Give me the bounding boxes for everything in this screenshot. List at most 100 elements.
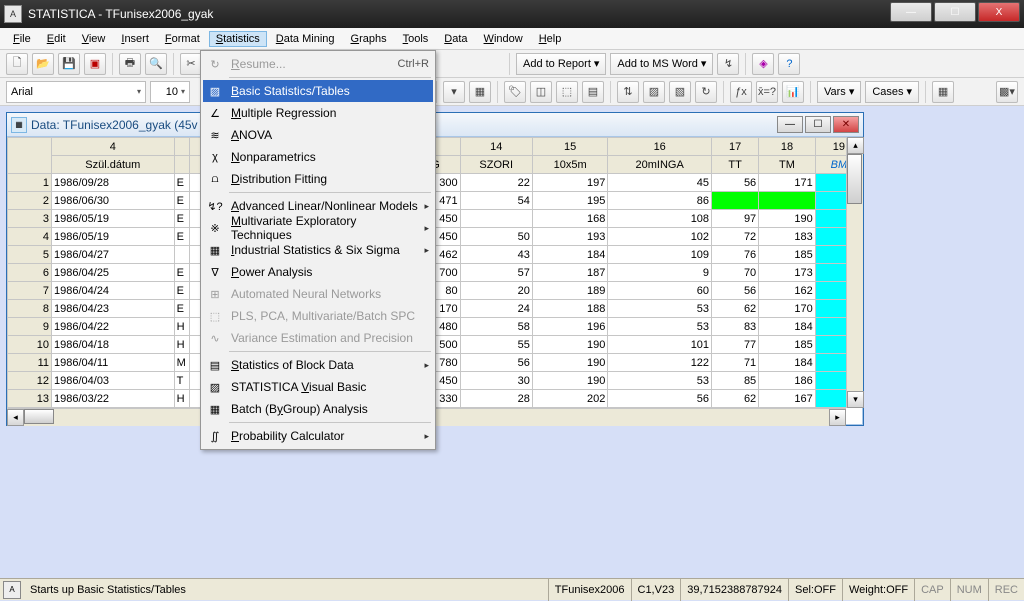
cell[interactable]: 22 — [460, 174, 532, 192]
cell[interactable]: 53 — [608, 318, 712, 336]
row-header[interactable]: 8 — [8, 300, 52, 318]
row-header[interactable]: 2 — [8, 192, 52, 210]
row-header[interactable]: 5 — [8, 246, 52, 264]
cell[interactable]: 190 — [532, 372, 607, 390]
close-button[interactable]: X — [978, 2, 1020, 22]
cell[interactable]: 170 — [759, 300, 816, 318]
add-to-report-button[interactable]: Add to Report▾ — [516, 53, 606, 75]
brush-icon[interactable]: ⬚ — [556, 81, 578, 103]
col-header[interactable]: SZORI — [460, 156, 532, 174]
cell[interactable]: 187 — [532, 264, 607, 282]
cell[interactable]: 1986/04/27 — [52, 246, 175, 264]
cell[interactable]: 62 — [712, 390, 759, 408]
cell[interactable]: 197 — [532, 174, 607, 192]
cell[interactable]: 57 — [460, 264, 532, 282]
col-header[interactable]: TT — [712, 156, 759, 174]
cell[interactable]: 9 — [608, 264, 712, 282]
row-header[interactable]: 9 — [8, 318, 52, 336]
scroll-thumb[interactable] — [847, 154, 862, 204]
cell[interactable]: H — [174, 318, 190, 336]
scroll-up-icon[interactable]: ▴ — [847, 137, 864, 154]
help-icon[interactable]: ? — [778, 53, 800, 75]
cell[interactable]: 53 — [608, 372, 712, 390]
macro-icon[interactable]: ↯ — [717, 53, 739, 75]
col-number[interactable]: 4 — [52, 138, 175, 156]
cell[interactable] — [712, 192, 759, 210]
cell[interactable]: 171 — [759, 174, 816, 192]
cell[interactable]: E — [174, 210, 190, 228]
font-size-select[interactable]: 10▾ — [150, 81, 190, 103]
fx-icon[interactable]: ƒx — [730, 81, 752, 103]
doc-maximize-button[interactable]: ☐ — [805, 116, 831, 133]
corner-cell[interactable] — [8, 138, 52, 174]
cell[interactable]: 58 — [460, 318, 532, 336]
plot-icon[interactable]: 📊 — [782, 81, 804, 103]
stats-icon[interactable]: x̄=? — [756, 81, 778, 103]
cell[interactable]: 193 — [532, 228, 607, 246]
cell[interactable]: 190 — [532, 354, 607, 372]
row-header[interactable]: 3 — [8, 210, 52, 228]
menu-view[interactable]: View — [75, 31, 113, 47]
scroll-down-icon[interactable]: ▾ — [847, 391, 864, 408]
layout-icon[interactable]: ▦ — [932, 81, 954, 103]
row-header[interactable]: 11 — [8, 354, 52, 372]
highlight-icon[interactable]: ▤ — [582, 81, 604, 103]
col-header[interactable]: TM — [759, 156, 816, 174]
cell[interactable]: 184 — [759, 318, 816, 336]
row-header[interactable]: 12 — [8, 372, 52, 390]
col-header[interactable]: 20mINGA — [608, 156, 712, 174]
cell[interactable]: 97 — [712, 210, 759, 228]
row-header[interactable]: 13 — [8, 390, 52, 408]
minimize-button[interactable]: — — [890, 2, 932, 22]
cell[interactable]: 24 — [460, 300, 532, 318]
menu-edit[interactable]: Edit — [40, 31, 73, 47]
menu-help[interactable]: Help — [532, 31, 569, 47]
cell[interactable]: 1986/04/18 — [52, 336, 175, 354]
tag-icon[interactable]: 🏷 — [504, 81, 526, 103]
cell[interactable]: 72 — [712, 228, 759, 246]
row-header[interactable]: 1 — [8, 174, 52, 192]
cell[interactable]: 1986/03/22 — [52, 390, 175, 408]
menuitem-distribution-fitting[interactable]: ⩍Distribution Fitting — [203, 168, 433, 190]
cell[interactable]: 1986/04/25 — [52, 264, 175, 282]
cell[interactable]: 1986/05/19 — [52, 228, 175, 246]
menuitem-batch-bygroup-analysis[interactable]: ▦Batch (ByGroup) Analysis — [203, 398, 433, 420]
cell[interactable]: 45 — [608, 174, 712, 192]
menuitem-statistics-of-block-data[interactable]: ▤Statistics of Block Data▸ — [203, 354, 433, 376]
cell[interactable]: 189 — [532, 282, 607, 300]
open-icon[interactable]: 📂 — [32, 53, 54, 75]
menuitem-multivariate-exploratory-techniques[interactable]: ※Multivariate Exploratory Techniques▸ — [203, 217, 433, 239]
cell[interactable]: 1986/06/30 — [52, 192, 175, 210]
cell[interactable]: E — [174, 192, 190, 210]
cell[interactable]: 1986/04/23 — [52, 300, 175, 318]
cell[interactable]: 1986/05/19 — [52, 210, 175, 228]
vertical-scrollbar[interactable]: ▴ ▾ — [846, 137, 863, 408]
menu-statistics[interactable]: Statistics — [209, 31, 267, 47]
menu-file[interactable]: File — [6, 31, 38, 47]
cell[interactable]: H — [174, 336, 190, 354]
vars-button[interactable]: Vars▾ — [817, 81, 861, 103]
cell[interactable]: H — [174, 390, 190, 408]
cell[interactable]: 122 — [608, 354, 712, 372]
cell[interactable]: 185 — [759, 336, 816, 354]
maximize-button[interactable]: ☐ — [934, 2, 976, 22]
cell[interactable]: 162 — [759, 282, 816, 300]
cell[interactable]: 202 — [532, 390, 607, 408]
recalc-icon[interactable]: ↻ — [695, 81, 717, 103]
cell[interactable]: 77 — [712, 336, 759, 354]
cell[interactable]: 101 — [608, 336, 712, 354]
zoom-icon[interactable]: ▾ — [443, 81, 465, 103]
cell[interactable]: 190 — [759, 210, 816, 228]
new-icon[interactable]: 🗋 — [6, 53, 28, 75]
cell[interactable]: 70 — [712, 264, 759, 282]
menuitem-basic-statistics-tables[interactable]: ▨Basic Statistics/Tables — [203, 80, 433, 102]
save-icon[interactable]: 💾 — [58, 53, 80, 75]
col-number[interactable]: 16 — [608, 138, 712, 156]
cell[interactable]: E — [174, 174, 190, 192]
menu-graphs[interactable]: Graphs — [344, 31, 394, 47]
col-header[interactable]: 10x5m — [532, 156, 607, 174]
menuitem-probability-calculator[interactable]: ∬Probability Calculator▸ — [203, 425, 433, 447]
row-header[interactable]: 10 — [8, 336, 52, 354]
cell[interactable]: M — [174, 354, 190, 372]
menuitem-anova[interactable]: ≋ANOVA — [203, 124, 433, 146]
